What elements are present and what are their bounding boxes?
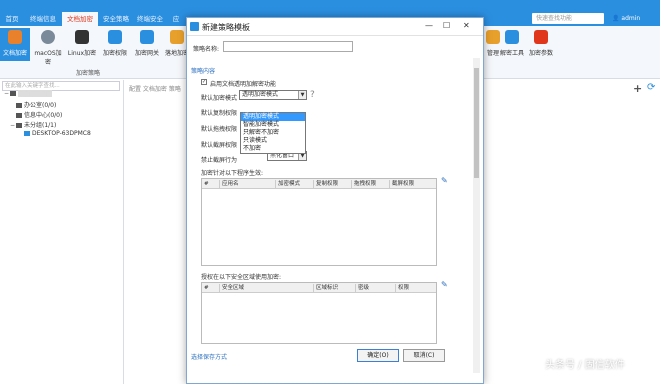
column-header: 复制权限 (314, 180, 352, 188)
column-header: 应用名 (220, 180, 276, 188)
apple-icon (41, 30, 55, 44)
org-tree-panel: 在此输入关键字查找... − ■■■■■■ 办公室(0/0) 信息中心(0/0) … (0, 80, 124, 384)
zones-grid[interactable]: # 安全区域 区域标识 密级 权限 (201, 282, 437, 344)
tree-node-desktop[interactable]: DESKTOP-63DPMC8 (24, 130, 91, 137)
mode-label: 默认加密模式 (201, 95, 238, 102)
help-icon[interactable]: ? (310, 90, 315, 100)
group-icon (16, 103, 22, 108)
policy-name-label: 策略名称: (193, 46, 220, 53)
close-icon[interactable]: ✕ (463, 21, 470, 30)
enable-encrypt-label: 启用文档透明加解密功能 (210, 81, 277, 88)
tab-terminal-info[interactable]: 终端信息 (26, 12, 60, 26)
ribbon-encrypt-params-button[interactable]: 加密参数 (526, 30, 556, 57)
ribbon-doc-encrypt-button[interactable]: 文档加密 (0, 28, 30, 61)
tree-node-label: DESKTOP-63DPMC8 (32, 130, 91, 137)
search-input[interactable]: 快速查找功能 (532, 13, 604, 24)
minimize-icon[interactable]: — (425, 21, 433, 30)
mode-select-value: 透明加密模式 (242, 91, 279, 98)
mode-option[interactable]: 透明加密模式 (241, 113, 305, 121)
apps-grid-caption: 加密针对以下程序生效: (201, 170, 264, 177)
tab-home[interactable]: 首页 (0, 12, 24, 26)
mode-option[interactable]: 智能加密模式 (241, 121, 305, 129)
group-icon (10, 91, 16, 96)
apps-grid[interactable]: # 应用名 加密模式 复制权限 拖拽权限 截屏权限 (201, 178, 437, 266)
mode-select[interactable]: 透明加密模式 ▼ (239, 90, 307, 100)
column-header: 安全区域 (220, 284, 314, 292)
tab-security-policy[interactable]: 安全策略 (100, 12, 132, 26)
ribbon-group-label: 加密策略 (76, 70, 101, 77)
breadcrumb: 配置 文档加密 策略 (129, 86, 181, 93)
dialog-app-icon (190, 22, 199, 31)
computer-icon (24, 131, 30, 136)
column-header: 加密模式 (276, 180, 314, 188)
tree-node-label: 未分组(1/1) (24, 122, 57, 129)
chevron-down-icon: ▼ (298, 91, 306, 99)
forbid-screenshot-label: 禁止截屏行为 (201, 157, 238, 164)
tree-node-office[interactable]: 办公室(0/0) (16, 100, 56, 109)
mode-dropdown-list: 透明加密模式 智能加密模式 只解密不加密 只读模式 不加密 (240, 112, 306, 154)
ribbon-permission-button[interactable]: 加密权限 (100, 30, 130, 57)
maximize-icon[interactable]: ☐ (443, 21, 450, 30)
avatar: 👤 (612, 15, 622, 22)
tree-node-label: 信息中心(0/0) (24, 112, 63, 119)
mode-option[interactable]: 只读模式 (241, 137, 305, 145)
new-policy-dialog: 新建策略模板 — ☐ ✕ 策略名称: 策略内容 ✓ 启用文档透明加解密功能 默认… (186, 17, 484, 384)
linux-icon (75, 30, 89, 44)
landing-encrypt-icon (170, 30, 184, 44)
column-header: 权限 (398, 285, 410, 291)
drag-permission-label: 默认拖拽权限 (201, 126, 238, 133)
tab-terminal-security[interactable]: 终端安全 (134, 12, 166, 26)
tree-node-label: 办公室(0/0) (24, 102, 57, 109)
dialog-scrollbar[interactable] (473, 58, 480, 373)
screenshot-permission-label: 默认截屏权限 (201, 142, 238, 149)
group-icon (16, 123, 22, 128)
lock-icon (108, 30, 122, 44)
encrypt-params-icon (534, 30, 548, 44)
dialog-titlebar: 新建策略模板 — ☐ ✕ (187, 18, 483, 36)
tree-node-root[interactable]: − ■■■■■■ (4, 90, 53, 97)
tab-more[interactable]: 应 (168, 12, 184, 26)
ribbon-gateway-button[interactable]: 加密网关 (132, 30, 162, 57)
tree-node-label: ■■■■■■ (18, 90, 53, 97)
zones-grid-header: # 安全区域 区域标识 密级 权限 (202, 283, 436, 293)
policy-name-input[interactable] (223, 41, 353, 52)
save-method-link[interactable]: 选择保存方式 (191, 352, 227, 361)
column-header: 拖拽权限 (352, 180, 390, 188)
column-header: 截屏权限 (392, 181, 415, 187)
zones-grid-caption: 授权在以下安全区域使用加密: (201, 274, 282, 281)
decrypt-tool-icon (505, 30, 519, 44)
watermark: 头条号 / 固信软件 (545, 360, 625, 371)
edit-icon[interactable]: ✎ (441, 280, 448, 289)
encrypt-doc-icon (8, 30, 22, 44)
mode-option[interactable]: 不加密 (241, 145, 305, 153)
tree-node-info-center[interactable]: 信息中心(0/0) (16, 110, 62, 119)
refresh-icon[interactable]: ⟳ (647, 82, 655, 93)
copy-permission-label: 默认复制权限 (201, 110, 238, 117)
column-header: 密级 (356, 284, 396, 292)
cancel-button[interactable]: 取消(C) (403, 349, 445, 362)
gateway-icon (140, 30, 154, 44)
add-icon[interactable]: + (633, 82, 642, 95)
group-icon (16, 113, 22, 118)
apps-grid-header: # 应用名 加密模式 复制权限 拖拽权限 截屏权限 (202, 179, 436, 189)
ribbon-macos-button[interactable]: macOS加密 (33, 30, 63, 66)
section-title: 策略内容 (191, 68, 216, 75)
user-menu[interactable]: 👤 admin (612, 13, 640, 24)
tab-doc-encrypt[interactable]: 文档加密 (62, 12, 98, 26)
enable-encrypt-checkbox[interactable]: ✓ (201, 79, 207, 85)
mode-option[interactable]: 只解密不加密 (241, 129, 305, 137)
tree-node-ungrouped[interactable]: − 未分组(1/1) (10, 120, 56, 129)
column-header: # (202, 284, 220, 292)
ok-button[interactable]: 确定(O) (357, 349, 399, 362)
edit-icon[interactable]: ✎ (441, 176, 448, 185)
ribbon-decrypt-tool-button[interactable]: 解密工具 (497, 30, 527, 57)
column-header: 区域标识 (314, 284, 356, 292)
dialog-title: 新建策略模板 (202, 23, 250, 32)
column-header: # (202, 180, 220, 188)
ribbon-linux-button[interactable]: Linux加密 (67, 30, 97, 57)
user-name: admin (621, 15, 641, 22)
scroll-thumb[interactable] (474, 68, 479, 178)
